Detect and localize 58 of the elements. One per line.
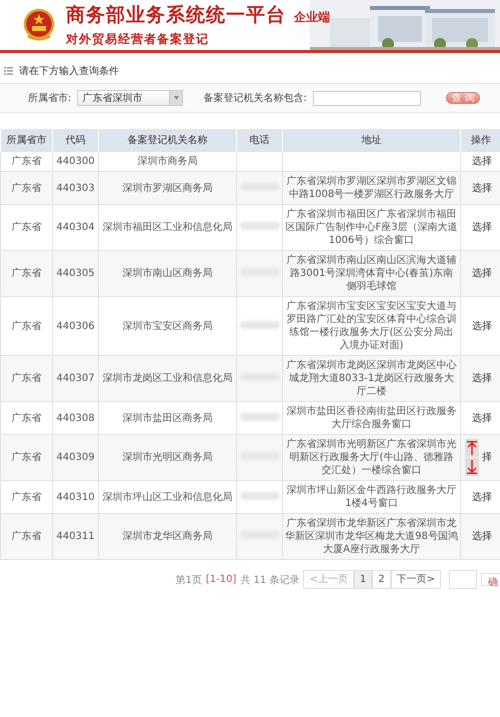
table-cell: 广东省深圳市龙华新区广东省深圳市龙华新区深圳市龙华区梅龙大道98号国鸿大厦A座行政服务大厅	[282, 514, 460, 560]
select-link[interactable]: 选择	[472, 372, 492, 385]
next-page-button[interactable]: 下一页>	[390, 570, 441, 589]
table-cell: 广东省	[0, 514, 52, 560]
query-heading: 请在下方输入查询条件	[19, 64, 119, 78]
select-link[interactable]: 选择	[472, 320, 492, 332]
province-label: 所属省市:	[28, 92, 72, 105]
go-button[interactable]: 确	[481, 573, 500, 586]
select-link[interactable]: 选择	[472, 412, 492, 424]
authority-name-label: 备案登记机关名称包含:	[203, 92, 307, 105]
table-cell: 广东省	[0, 172, 52, 204]
column-header: 备案登记机关名称	[98, 129, 236, 152]
table-cell: 深圳市光明区商务局	[98, 434, 236, 480]
page-number-field[interactable]	[449, 570, 477, 589]
select-link[interactable]: 选择	[472, 182, 492, 194]
page-button[interactable]: 2	[372, 570, 391, 589]
table-cell: 广东省	[0, 356, 52, 402]
table-cell: 440305	[52, 250, 98, 296]
current-page-label: 第1页	[176, 574, 202, 586]
select-link[interactable]: 选择	[472, 490, 492, 504]
table-cell: 广东省深圳市南山区南山区滨海大道辅路3001号深圳湾体育中心(春茧)东南侧羽毛球馆	[282, 250, 460, 296]
caret-icon	[174, 96, 179, 100]
table-cell: 深圳市南山区商务局	[98, 250, 236, 296]
table-cell: 广东省	[0, 250, 52, 296]
table-cell: 广东省	[0, 434, 52, 480]
province-dropdown[interactable]: 广东省深圳市	[77, 90, 184, 106]
table-cell: 广东省	[0, 152, 52, 172]
platform-title: 商务部业务系统统一平台	[66, 3, 286, 28]
scroll-bottom-button[interactable]	[465, 458, 479, 476]
record-range: [1-10]	[206, 574, 236, 585]
table-cell: 440309	[52, 434, 98, 480]
authority-name-field[interactable]	[312, 90, 421, 106]
table-cell: 深圳市龙华区商务局	[98, 514, 236, 560]
select-link[interactable]: 选择	[472, 530, 492, 543]
table-cell: 440307	[52, 356, 98, 402]
table-cell: 440303	[52, 172, 98, 204]
table-cell: 广东省深圳市罗湖区深圳市罗湖区文锦中路1008号一楼罗湖区行政服务大厅	[282, 172, 460, 204]
select-link[interactable]: 选择	[472, 267, 492, 280]
table-cell: 深圳市罗湖区商务局	[98, 172, 236, 204]
list-icon	[4, 67, 13, 75]
platform-subtitle: 对外贸易经营者备案登记	[66, 31, 210, 48]
national-emblem-icon	[22, 8, 56, 42]
page-button[interactable]: 1	[354, 570, 372, 589]
select-link[interactable]: 选择	[472, 221, 492, 234]
table-cell: 广东省深圳市龙岗区深圳市龙岗区中心城龙翔大道8033-1龙岗区行政服务大厅二楼	[282, 356, 460, 402]
column-header: 电话	[236, 129, 282, 152]
column-header: 操作	[460, 129, 500, 152]
column-header: 代码	[52, 129, 98, 152]
scroll-top-button[interactable]	[465, 439, 479, 457]
table-cell: 深圳市龙岗区工业和信息化局	[98, 356, 236, 402]
select-link[interactable]: 择	[482, 451, 492, 464]
column-header: 所属省市	[0, 129, 52, 152]
column-header: 地址	[282, 129, 460, 152]
table-cell: 广东省深圳市光明新区广东省深圳市光明新区行政服务大厅(牛山路、德雅路交汇处）一楼综合窗口	[282, 434, 460, 480]
table-cell: 深圳市商务局	[98, 152, 236, 172]
record-total: 共 11 条记录	[240, 574, 300, 586]
table-cell: 440311	[52, 514, 98, 560]
edition-label: 企业端	[294, 9, 330, 26]
